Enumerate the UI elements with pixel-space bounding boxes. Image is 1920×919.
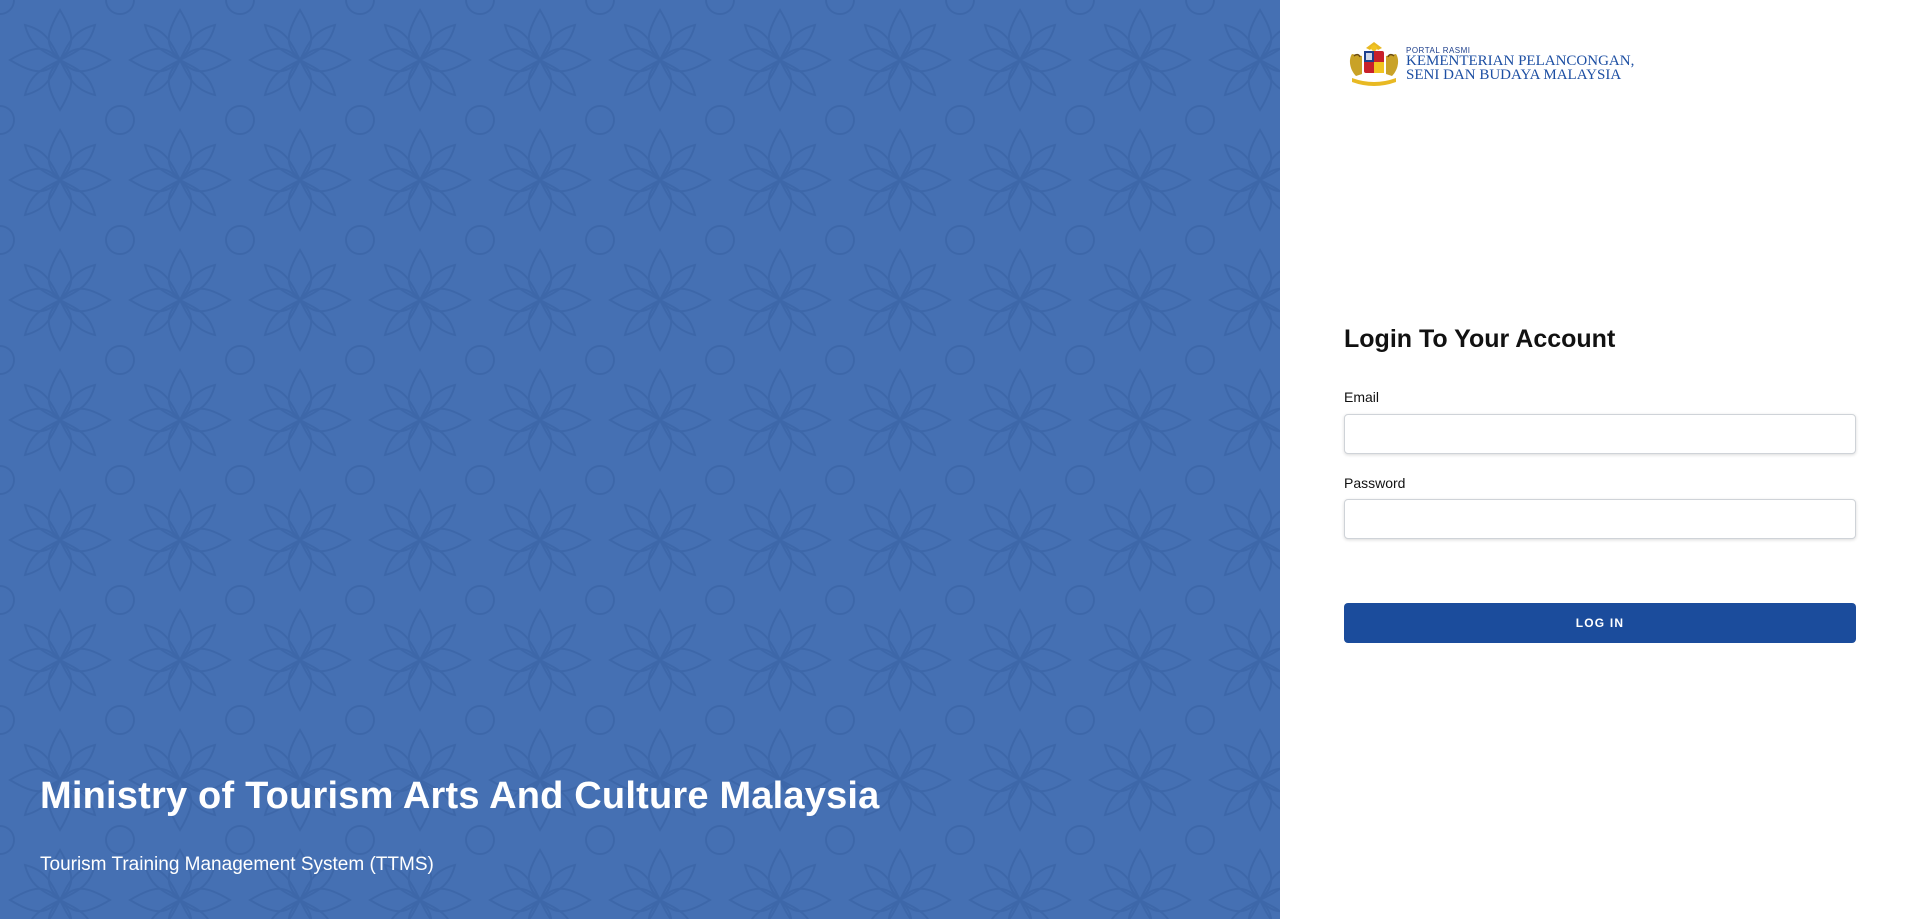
login-panel: PORTAL RASMI KEMENTERIAN PELANCONGAN, SE… <box>1280 0 1920 919</box>
malaysia-coat-of-arms-icon <box>1349 42 1399 86</box>
email-field[interactable] <box>1344 414 1856 454</box>
password-label: Password <box>1344 475 1406 491</box>
login-title: Login To Your Account <box>1344 325 1616 353</box>
ministry-name-line2: SENI DAN BUDAYA MALAYSIA <box>1406 67 1622 83</box>
hero-subtitle: Tourism Training Management System (TTMS… <box>40 854 434 875</box>
email-label: Email <box>1344 389 1380 405</box>
hero-panel: Ministry of Tourism Arts And Culture Mal… <box>0 0 1280 919</box>
login-button[interactable]: LOG IN <box>1344 603 1856 643</box>
password-field[interactable] <box>1344 499 1856 539</box>
hero-title: Ministry of Tourism Arts And Culture Mal… <box>40 775 880 817</box>
ministry-logo[interactable]: PORTAL RASMI KEMENTERIAN PELANCONGAN, SE… <box>1344 40 1664 90</box>
